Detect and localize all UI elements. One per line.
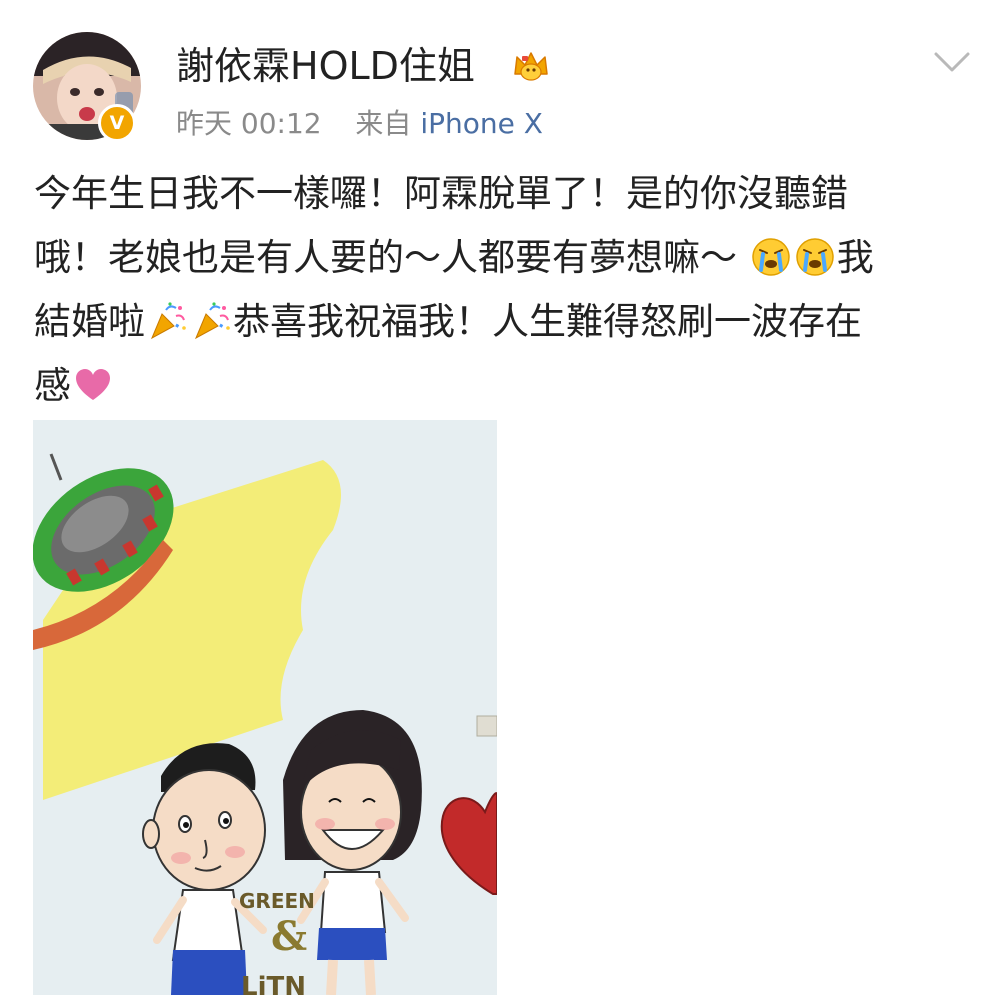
post-text-line: 結婚啦 恭喜我祝福我！人生難得怒刷一波存在 <box>34 290 974 354</box>
crying-face-icon <box>796 237 834 276</box>
drawing-lettering-litn: LiTN <box>241 972 306 995</box>
post-meta: 昨天 00:12 来自 iPhone X <box>176 104 543 144</box>
party-popper-icon <box>194 301 230 339</box>
chevron-down-icon[interactable] <box>928 44 976 80</box>
post-text-line: 今年生日我不一樣囉！阿霖脫單了！是的你沒聽錯 <box>34 162 974 226</box>
crown-member-icon[interactable] <box>510 44 552 86</box>
post-text-line: 感 <box>34 354 974 418</box>
device-link[interactable]: iPhone X <box>420 107 543 140</box>
post-text-segment: 今年生日我不一樣囉！阿霖脫單了！是的你沒聽錯 <box>34 172 848 215</box>
verified-badge-icon: V <box>98 104 136 142</box>
post-text-segment: 哦！老娘也是有人要的～人都要有夢想嘛～ <box>34 236 737 279</box>
post-text-segment: 結婚啦 <box>34 300 145 343</box>
post-text-segment: 感 <box>34 364 71 407</box>
post-text-line: 哦！老娘也是有人要的～人都要有夢想嘛～ 我 <box>34 226 974 290</box>
post-text-segment: 恭喜我祝福我！人生難得怒刷一波存在 <box>233 300 862 343</box>
drawing-lettering-ampersand: & <box>271 913 307 960</box>
party-popper-icon <box>150 301 186 339</box>
weibo-post: V 謝依霖HOLD住姐 昨天 00:12 来自 iPhone X 今年生日我不一… <box>0 0 1000 995</box>
source-prefix: 来自 <box>355 107 412 140</box>
post-text-segment: 我 <box>836 236 874 279</box>
crying-face-icon <box>752 237 790 276</box>
user-name[interactable]: 謝依霖HOLD住姐 <box>176 42 475 90</box>
post-text: 今年生日我不一樣囉！阿霖脫單了！是的你沒聽錯 哦！老娘也是有人要的～人都要有夢想… <box>34 162 974 418</box>
post-image-drawing: GREEN & LiTN <box>33 420 497 995</box>
post-image[interactable]: GREEN & LiTN <box>33 420 497 995</box>
drawing-lettering-green: GREEN <box>239 889 315 913</box>
pink-heart-icon <box>76 368 110 400</box>
post-time: 昨天 00:12 <box>176 107 322 140</box>
